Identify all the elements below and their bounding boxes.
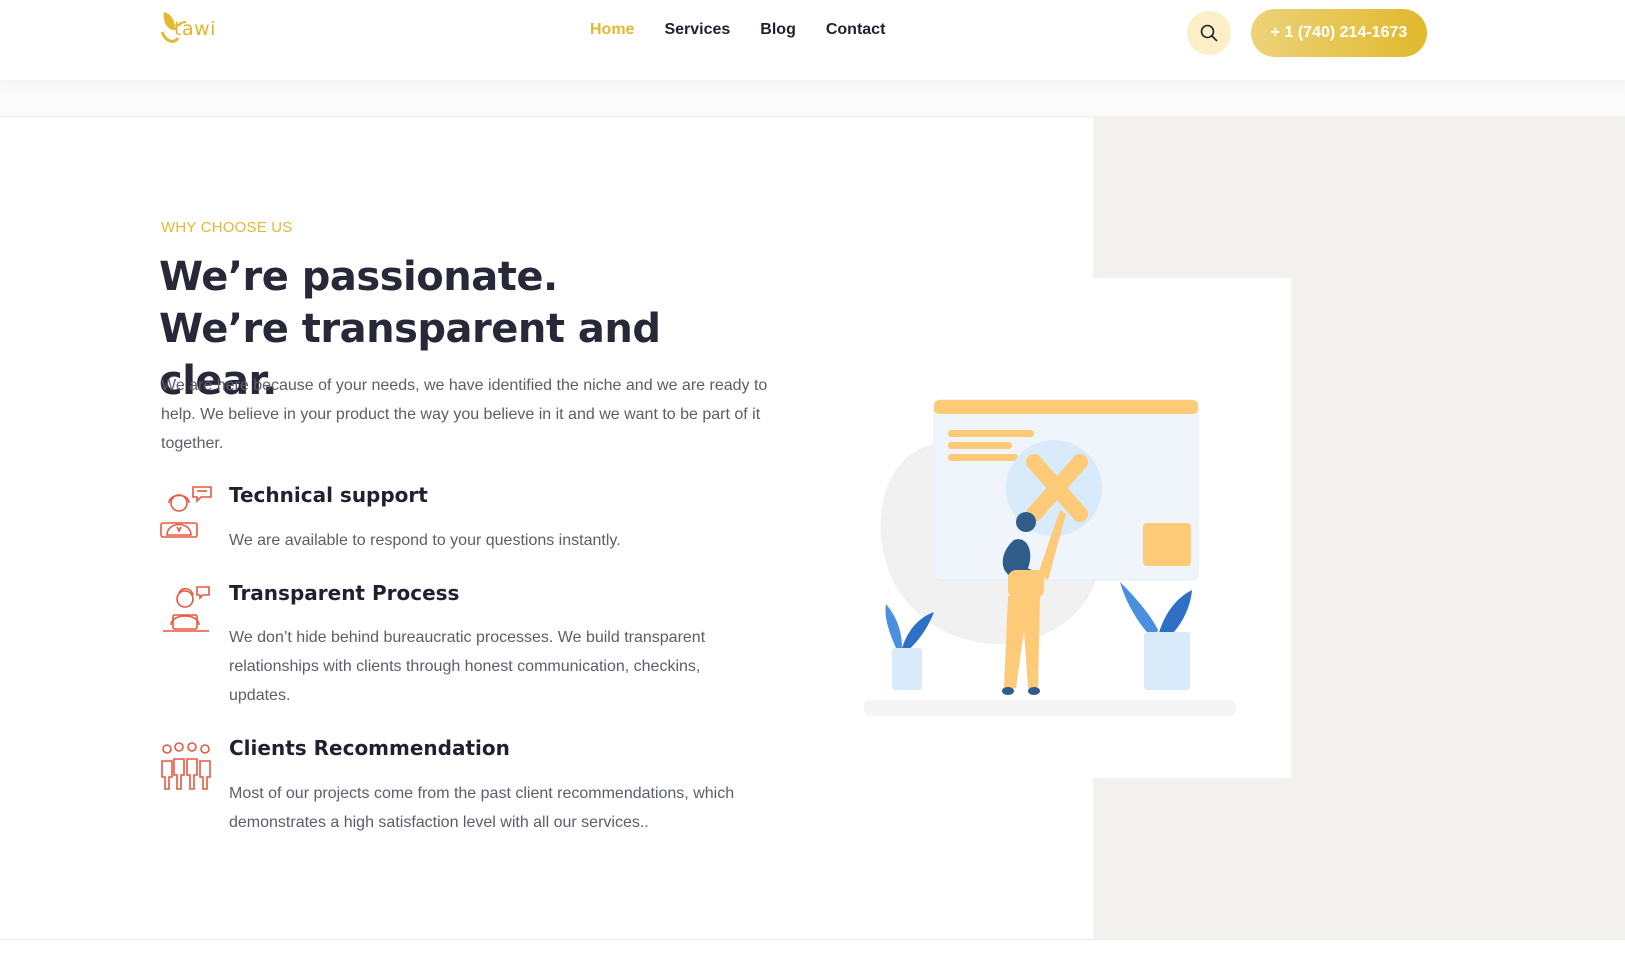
nav-contact[interactable]: Contact (826, 21, 886, 39)
section-divider (0, 939, 1625, 940)
feature-text-transparent-process: We don’t hide behind bureaucratic proces… (229, 629, 706, 704)
feature-text-technical-support: We are available to respond to your ques… (229, 532, 621, 549)
woman-removing-x-illustration (864, 399, 1236, 716)
nav-blog[interactable]: Blog (760, 21, 796, 39)
phone-button[interactable]: + 1 (740) 214-1673 (1251, 9, 1427, 57)
laptop-user-icon (159, 585, 213, 639)
header-subband (0, 80, 1625, 117)
section-lead: We are here because of your needs, we ha… (161, 377, 768, 452)
support-agent-icon (159, 485, 213, 539)
main-nav: Home Services Blog Contact (590, 21, 885, 39)
logo-text: tawi (174, 18, 216, 40)
section-eyebrow: WHY CHOOSE US (161, 219, 293, 236)
search-icon (1200, 24, 1218, 42)
team-people-icon (159, 741, 213, 795)
nav-services[interactable]: Services (664, 21, 730, 39)
feature-text-clients-recommendation: Most of our projects come from the past … (229, 785, 735, 831)
feature-title-technical-support: Technical support (229, 483, 428, 507)
site-header: tawi Home Services Blog Contact + 1 (740… (0, 0, 1625, 80)
feature-title-clients-recommendation: Clients Recommendation (229, 736, 510, 760)
nav-home[interactable]: Home (590, 21, 634, 39)
search-button[interactable] (1187, 11, 1231, 55)
feature-title-transparent-process: Transparent Process (229, 581, 460, 605)
